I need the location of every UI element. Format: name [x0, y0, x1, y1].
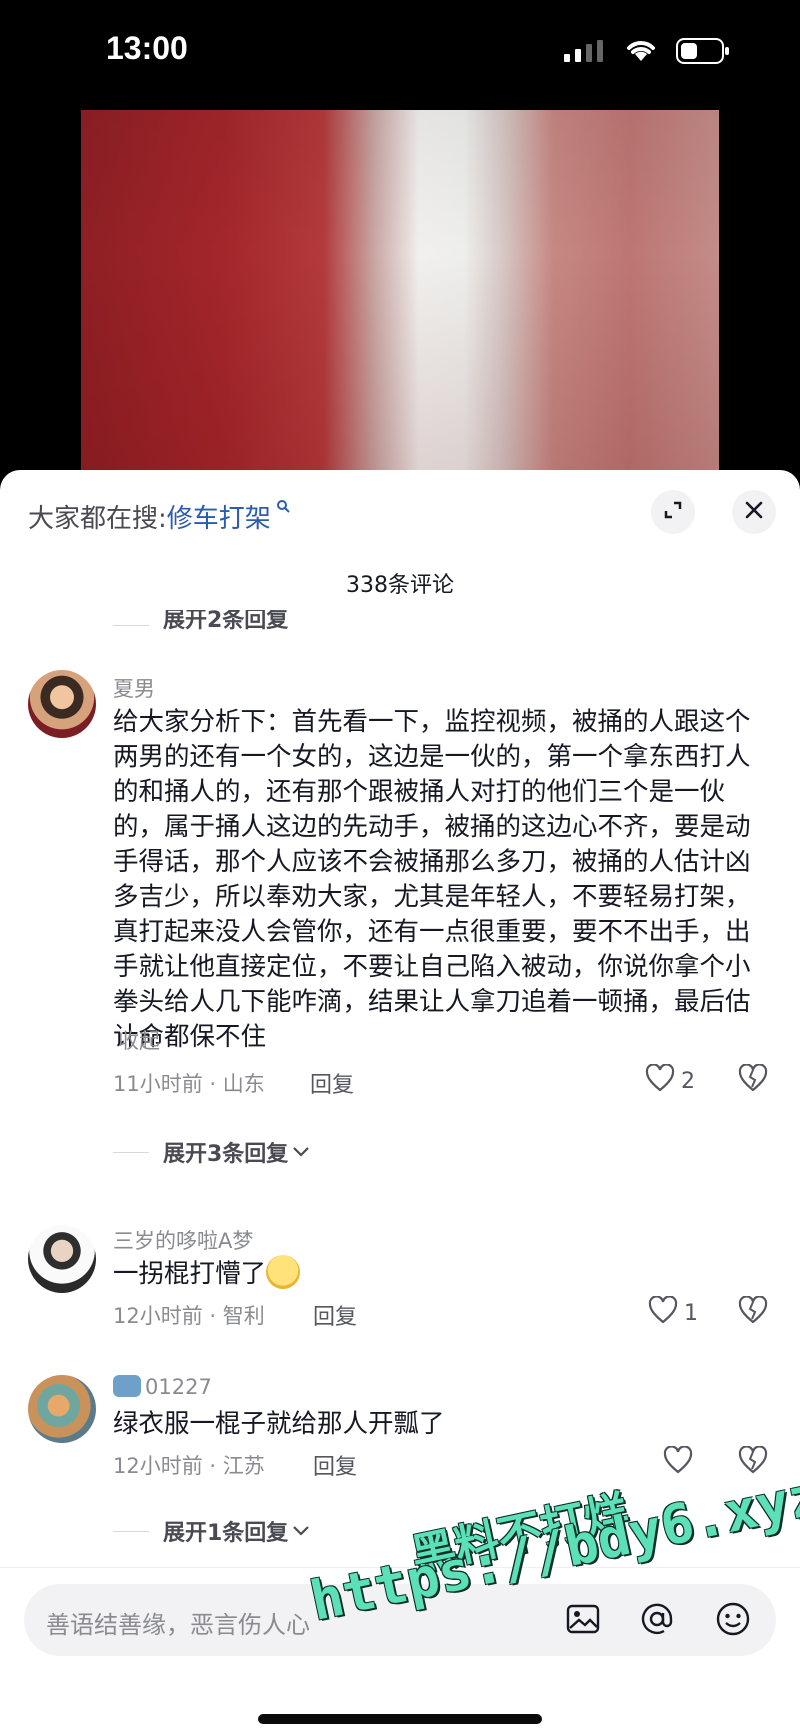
comment-username[interactable]: 三岁的哆啦A梦 [113, 1225, 253, 1255]
broken-heart-icon [738, 1063, 768, 1096]
expand-replies-label: 展开3条回复 [163, 1142, 289, 1167]
close-button[interactable] [732, 490, 776, 534]
comment-count: 338条评论 [346, 573, 454, 598]
divider [113, 1530, 149, 1532]
heart-icon [645, 1063, 675, 1098]
close-icon [744, 500, 764, 524]
collapse-link[interactable]: 收起 [118, 1025, 160, 1055]
signal-icon [564, 40, 606, 66]
heart-icon [648, 1295, 678, 1330]
expand-replies-button[interactable]: 展开1条回复 [113, 1515, 310, 1547]
emoji-icon[interactable] [714, 1600, 752, 1642]
expand-replies-button[interactable]: 展开3条回复 [113, 1136, 310, 1168]
like-button[interactable]: 2 [645, 1063, 695, 1098]
search-icon [271, 498, 290, 517]
like-count: 1 [684, 1300, 698, 1326]
search-suggestion[interactable]: 大家都在搜:修车打架 [28, 498, 290, 535]
username-text: 01227 [145, 1375, 212, 1399]
avatar[interactable] [28, 1375, 96, 1443]
divider [113, 624, 149, 626]
like-button[interactable] [663, 1445, 693, 1480]
comment-input-placeholder: 善语结善缘，恶言伤人心 [46, 1611, 310, 1639]
image-icon[interactable] [564, 1600, 602, 1642]
comment-meta: 11小时前 · 山东 [113, 1072, 265, 1096]
chevron-down-icon [292, 1522, 310, 1541]
status-icons [564, 38, 730, 68]
expand-button[interactable] [651, 490, 695, 534]
expand-replies-label: 展开2条回复 [163, 610, 289, 633]
reply-button[interactable]: 回复 [313, 1449, 357, 1481]
robot-icon [113, 1375, 141, 1397]
expand-icon [662, 499, 684, 525]
wifi-icon [624, 39, 658, 67]
status-bar: 13:00 [0, 0, 800, 105]
comment-text: 一拐棍打懵了 [113, 1255, 763, 1292]
search-hint-prefix: 大家都在搜: [28, 504, 167, 534]
comment-username[interactable]: 夏男 [113, 673, 155, 703]
comment-meta: 12小时前 · 智利 [113, 1304, 265, 1328]
comment-text: 给大家分析下：首先看一下，监控视频，被捅的人跟这个两男的还有一个女的，这边是一伙… [113, 707, 751, 1052]
search-hint-keyword[interactable]: 修车打架 [167, 504, 271, 534]
video-player[interactable] [81, 110, 719, 470]
broken-heart-icon [738, 1295, 768, 1328]
comment-meta: 12小时前 · 江苏 [113, 1454, 265, 1478]
like-button[interactable]: 1 [648, 1295, 698, 1330]
chevron-down-icon [292, 1143, 310, 1162]
dislike-button[interactable] [738, 1295, 768, 1328]
expand-replies-partial[interactable]: 展开2条回复 [113, 610, 288, 640]
reply-button[interactable]: 回复 [313, 1299, 357, 1331]
mention-icon[interactable] [638, 1600, 676, 1642]
battery-icon [676, 38, 730, 68]
expand-replies-label: 展开1条回复 [163, 1521, 289, 1546]
comment-username[interactable]: 01227 [113, 1375, 212, 1399]
divider [113, 1151, 149, 1153]
status-time: 13:00 [106, 30, 188, 66]
avatar[interactable] [28, 670, 96, 738]
avatar[interactable] [28, 1225, 96, 1293]
dislike-button[interactable] [738, 1063, 768, 1096]
comment-text: 绿衣服一棍子就给那人开瓢了 [113, 1409, 445, 1439]
like-count: 2 [681, 1068, 695, 1094]
dizzy-emoji-icon [266, 1255, 301, 1289]
comment-text-content: 一拐棍打懵了 [113, 1259, 267, 1289]
heart-icon [663, 1445, 693, 1480]
home-indicator [258, 1714, 542, 1724]
reply-button[interactable]: 回复 [310, 1067, 354, 1099]
